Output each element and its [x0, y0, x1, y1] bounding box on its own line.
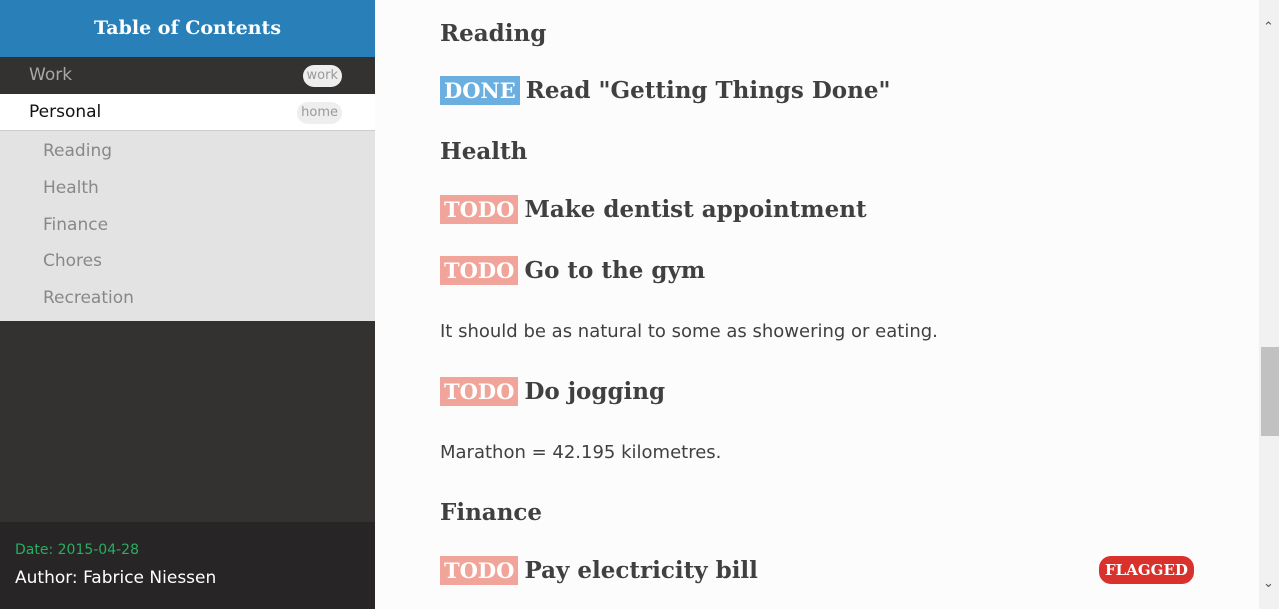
sidebar-footer: Date: 2015-04-28 Author: Fabrice Niessen: [0, 522, 375, 609]
toc-subitem-finance[interactable]: Finance: [0, 207, 375, 244]
task-heading: DONE Read "Getting Things Done": [440, 76, 890, 105]
flagged-badge: FLAGGED: [1099, 556, 1194, 584]
todo-keyword: TODO: [440, 556, 519, 585]
task-title: Go to the gym: [524, 257, 706, 284]
sidebar: Table of Contents Work work Personal home …: [0, 0, 375, 609]
task-heading: TODO Do jogging: [440, 377, 665, 406]
author: Author: Fabrice Niessen: [15, 568, 217, 588]
toc-subitems: Reading Health Finance Chores Recreation: [0, 131, 375, 321]
task-title: Pay electricity bill: [524, 557, 758, 584]
toc-item-work[interactable]: Work work: [0, 57, 375, 94]
toc-label: Personal: [29, 102, 102, 122]
date: Date: 2015-04-28: [15, 542, 139, 558]
task-heading: TODO Go to the gym: [440, 256, 705, 285]
task-heading: TODO Make dentist appointment: [440, 195, 867, 224]
scroll-up-icon[interactable]: ⌃: [1263, 20, 1274, 35]
todo-keyword: TODO: [440, 195, 519, 224]
toc-title: Table of Contents: [0, 0, 375, 57]
task-heading: TODO Pay electricity bill: [440, 556, 758, 585]
toc-subitem-chores[interactable]: Chores: [0, 243, 375, 280]
toc-subitem-reading[interactable]: Reading: [0, 133, 375, 170]
toc-subitem-recreation[interactable]: Recreation: [0, 280, 375, 317]
scrollbar-thumb[interactable]: [1261, 347, 1279, 436]
scroll-down-icon[interactable]: ⌄: [1263, 576, 1274, 591]
task-title: Do jogging: [524, 378, 666, 405]
tag-badge: work: [302, 65, 342, 87]
heading-health: Health: [440, 138, 528, 165]
scrollbar[interactable]: ⌃ ⌄: [1259, 0, 1279, 609]
todo-keyword: TODO: [440, 377, 519, 406]
task-title: Make dentist appointment: [524, 196, 867, 223]
paragraph: Marathon = 42.195 kilometres.: [440, 442, 722, 463]
toc-label: Work: [29, 65, 73, 85]
tag-badge: home: [297, 102, 342, 124]
toc-item-personal[interactable]: Personal home: [0, 94, 375, 131]
todo-keyword: TODO: [440, 256, 519, 285]
task-title: Read "Getting Things Done": [525, 77, 891, 104]
done-keyword: DONE: [440, 76, 520, 105]
paragraph: It should be as natural to some as showe…: [440, 321, 938, 342]
toc-subitem-health[interactable]: Health: [0, 170, 375, 207]
heading-reading: Reading: [440, 20, 547, 47]
heading-finance: Finance: [440, 499, 543, 526]
